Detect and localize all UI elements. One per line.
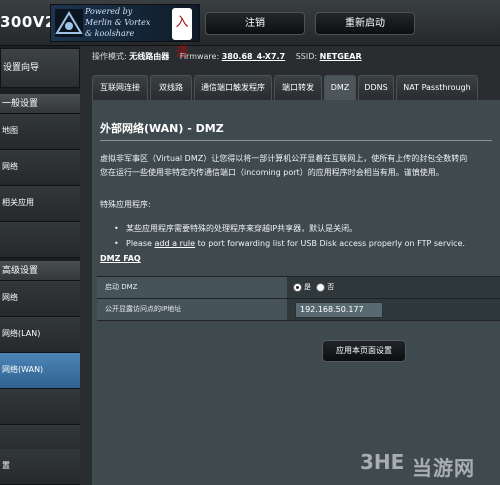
dmz-no-label: 否 — [327, 283, 335, 291]
exposed-ip-label: 公开显露访问点的IP地址 — [97, 299, 287, 320]
watermark-logo: 3HE — [360, 450, 405, 474]
status-infobar: 操作模式: 无线路由器 Firmware: 380.68_4-X7.7 SSID… — [92, 48, 500, 66]
seal-stamp: 入道 — [172, 8, 192, 60]
special-apps-list: 某些应用程序需要特殊的处理程序来穿越IP共享器，默认是关闭。 Please ad… — [114, 221, 500, 251]
logo-text-line1: Powered by — [85, 7, 133, 16]
sidebar-header-advanced: 高级设置 — [0, 261, 80, 281]
list-item: 某些应用程序需要特殊的处理程序来穿越IP共享器，默认是关闭。 — [114, 221, 500, 236]
tab-dmz[interactable]: DMZ — [324, 75, 356, 101]
logo-text-line2: Merlin & Vortex — [85, 18, 151, 27]
tab-internet[interactable]: 互联网连接 — [92, 75, 148, 100]
firmware-label: Firmware: — [179, 52, 220, 61]
mode-value[interactable]: 无线路由器 — [129, 52, 169, 61]
sidebar-item-network[interactable]: 网络 — [0, 150, 80, 186]
add-rule-link[interactable]: add a rule — [155, 239, 196, 248]
enable-dmz-options: 是 否 — [293, 277, 334, 298]
sidebar-item-related-apps[interactable]: 相关应用 — [0, 186, 80, 222]
logout-button[interactable]: 注销 — [205, 12, 305, 35]
logo-emblem-icon — [55, 9, 83, 37]
tab-port-forward[interactable]: 端口转发 — [274, 75, 322, 100]
apply-button[interactable]: 应用本页面设置 — [322, 340, 406, 362]
sidebar-header-general: 一般设置 — [0, 94, 80, 114]
main-panel: 外部网络(WAN) - DMZ 虚拟非军事区（Virtual DMZ）让您得以将… — [92, 100, 500, 485]
exposed-ip-input[interactable]: 192.168.50.177 — [295, 302, 383, 318]
watermark-text: 当游网 — [412, 456, 475, 480]
sidebar-item-wireless[interactable]: 网络 — [0, 281, 80, 317]
tab-nat-passthrough[interactable]: NAT Passthrough — [396, 75, 478, 100]
ssid-value[interactable]: NETGEAR — [320, 52, 362, 61]
table-row: 公开显露访问点的IP地址 192.168.50.177 — [97, 299, 500, 321]
dmz-faq-link[interactable]: DMZ FAQ — [100, 254, 141, 263]
sidebar-item-lan[interactable]: 网络(LAN) — [0, 317, 80, 353]
dmz-yes-radio[interactable] — [293, 282, 302, 292]
dmz-yes-label: 是 — [304, 283, 311, 291]
sidebar-item-map[interactable]: 地图 — [0, 114, 80, 150]
top-header: 300V2 Powered by Merlin & Vortex & kools… — [0, 0, 500, 60]
router-model: 300V2 — [0, 13, 56, 31]
logo-text-line3: & koolshare — [85, 29, 135, 38]
tab-ddns[interactable]: DDNS — [358, 75, 394, 100]
special-apps-label: 特殊应用程序: — [100, 200, 151, 209]
bullet-text-2-pre: Please — [126, 239, 155, 248]
sidebar-item-qis[interactable]: 设置向导 — [0, 48, 80, 88]
firmware-value[interactable]: 380.68_4-X7.7 — [222, 52, 285, 61]
sidebar-item-general-4[interactable] — [0, 222, 80, 258]
sidebar: 设置向导 一般设置 地图 网络 相关应用 高级设置 网络 网络(LAN) 网络(… — [0, 46, 80, 485]
sidebar-item-wan[interactable]: 网络(WAN) — [0, 353, 80, 389]
mode-label: 操作模式: — [92, 52, 127, 61]
list-item: Please add a rule to port forwarding lis… — [114, 236, 500, 251]
dmz-settings-table: 启动 DMZ 是 否 公开显露访问点的IP地址 192.168.50.177 — [97, 276, 500, 321]
description: 虚拟非军事区（Virtual DMZ）让您得以将一部计算机公开显着在互联网上，使… — [100, 152, 500, 180]
description-line1: 虚拟非军事区（Virtual DMZ）让您得以将一部计算机公开显着在互联网上，使… — [100, 154, 468, 163]
enable-dmz-label: 启动 DMZ — [97, 277, 287, 298]
table-row: 启动 DMZ 是 否 — [97, 277, 500, 299]
tab-port-trigger[interactable]: 通信端口触发程序 — [194, 75, 272, 100]
reboot-button[interactable]: 重新启动 — [315, 12, 415, 35]
bullet-text-2-post: to port forwarding list for USB Disk acc… — [195, 239, 466, 248]
description-line2: 您在运行一些使用非特定内传通信端口（incoming port）的应用程序时会相… — [100, 168, 444, 177]
sidebar-item-adv-6[interactable]: 置 — [0, 449, 80, 485]
tab-dual-wan[interactable]: 双线路 — [150, 75, 192, 100]
dmz-no-radio[interactable] — [316, 282, 326, 292]
ssid-label: SSID: — [295, 52, 318, 61]
bullet-text-1: 某些应用程序需要特殊的处理程序来穿越IP共享器，默认是关闭。 — [126, 224, 358, 233]
title-divider — [100, 140, 492, 141]
sidebar-item-adv-4[interactable] — [0, 389, 80, 425]
page-title: 外部网络(WAN) - DMZ — [100, 122, 224, 135]
